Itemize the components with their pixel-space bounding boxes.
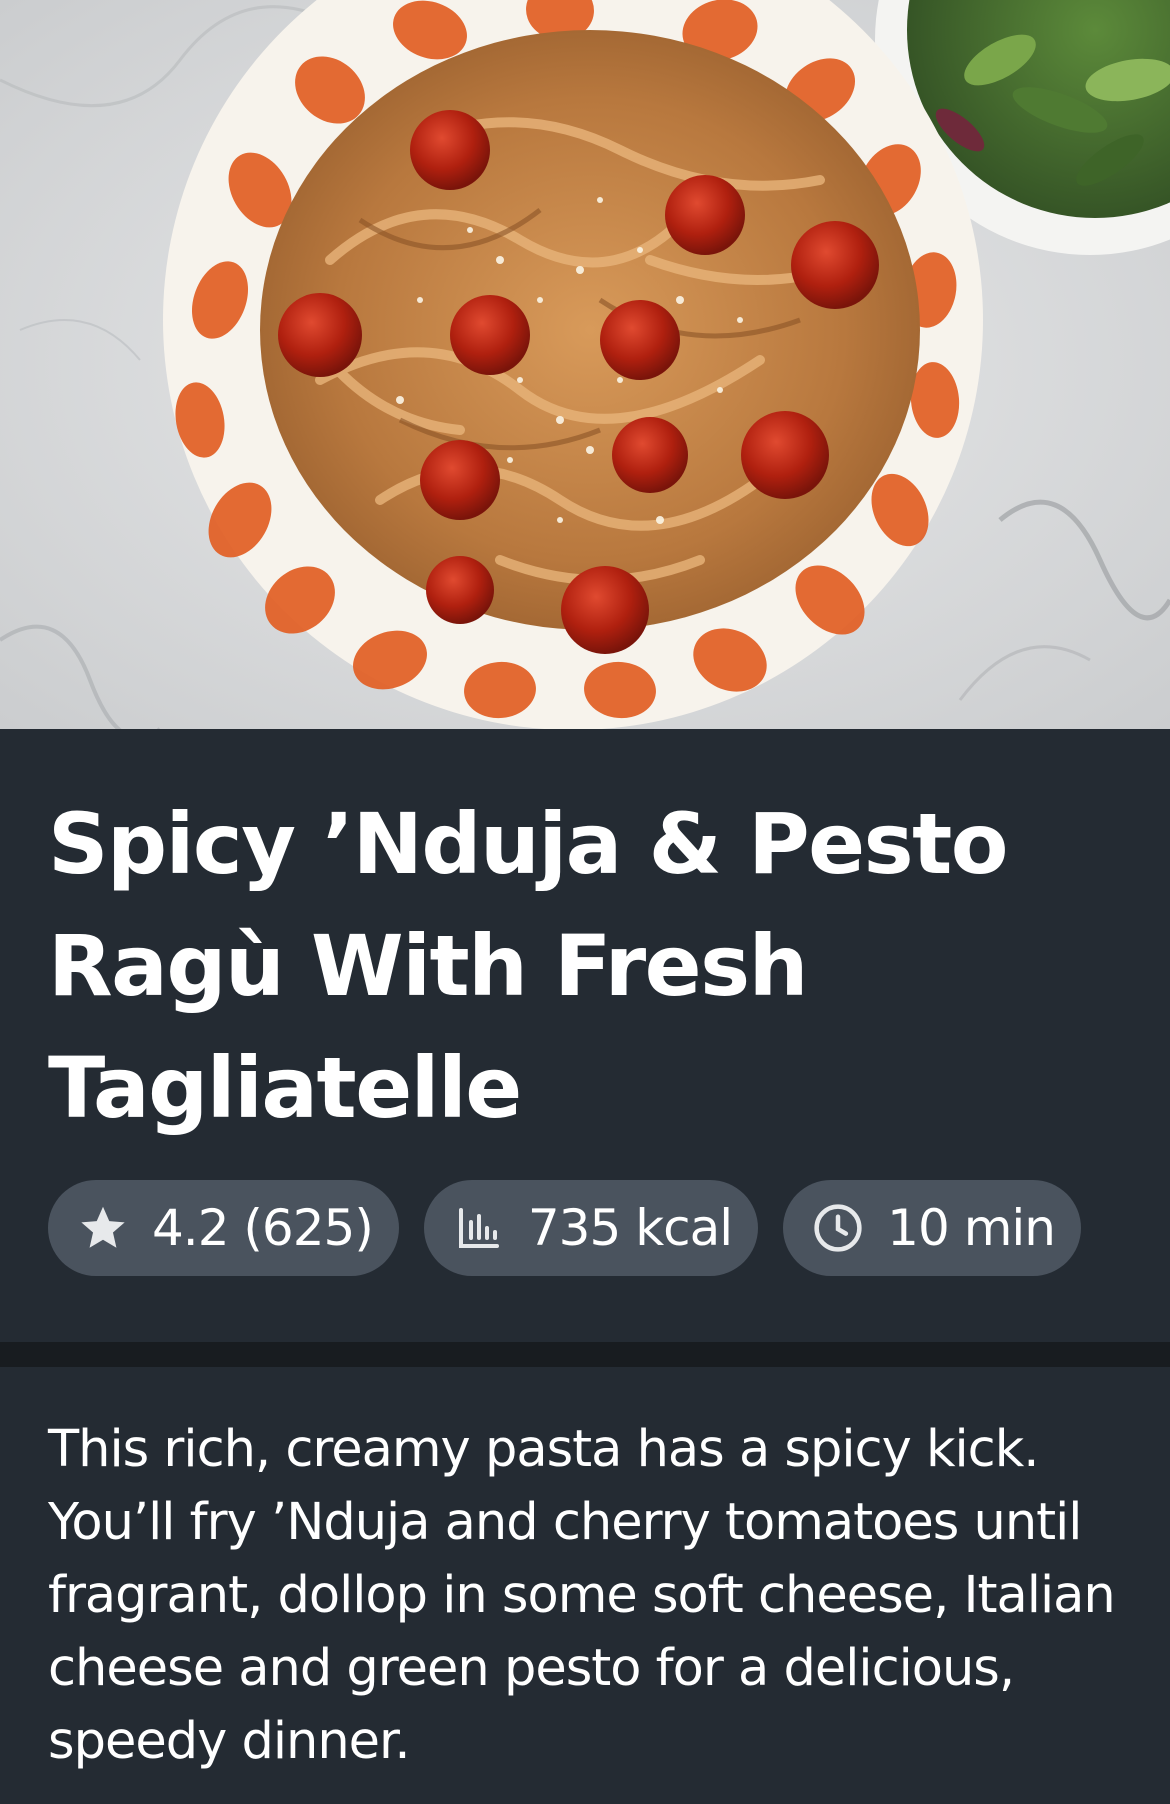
bar-chart-icon [452, 1201, 506, 1255]
recipe-title: Spicy ’Nduja & Pesto Ragù With Fresh Tag… [48, 795, 1008, 1137]
recipe-screen: Spicy ’Nduja & Pesto Ragù With Fresh Tag… [0, 0, 1170, 1804]
time-value: 10 min [887, 1199, 1056, 1257]
rating-chip[interactable]: 4.2 (625) [48, 1180, 399, 1276]
calories-chip[interactable]: 735 kcal [423, 1180, 759, 1276]
rating-value: 4.2 (625) [152, 1199, 374, 1257]
section-divider [0, 1342, 1170, 1367]
recipe-header: Spicy ’Nduja & Pesto Ragù With Fresh Tag… [0, 729, 1170, 1342]
time-chip[interactable]: 10 min [783, 1180, 1081, 1276]
pasta-plate-photo [0, 0, 1170, 729]
clock-icon [811, 1201, 865, 1255]
recipe-description: This rich, creamy pasta has a spicy kick… [48, 1420, 1116, 1771]
recipe-stats-row: 4.2 (625) 735 kcal 10 min [48, 1180, 1081, 1276]
calories-value: 735 kcal [527, 1199, 733, 1257]
recipe-hero-image [0, 0, 1170, 729]
star-icon [76, 1201, 130, 1255]
